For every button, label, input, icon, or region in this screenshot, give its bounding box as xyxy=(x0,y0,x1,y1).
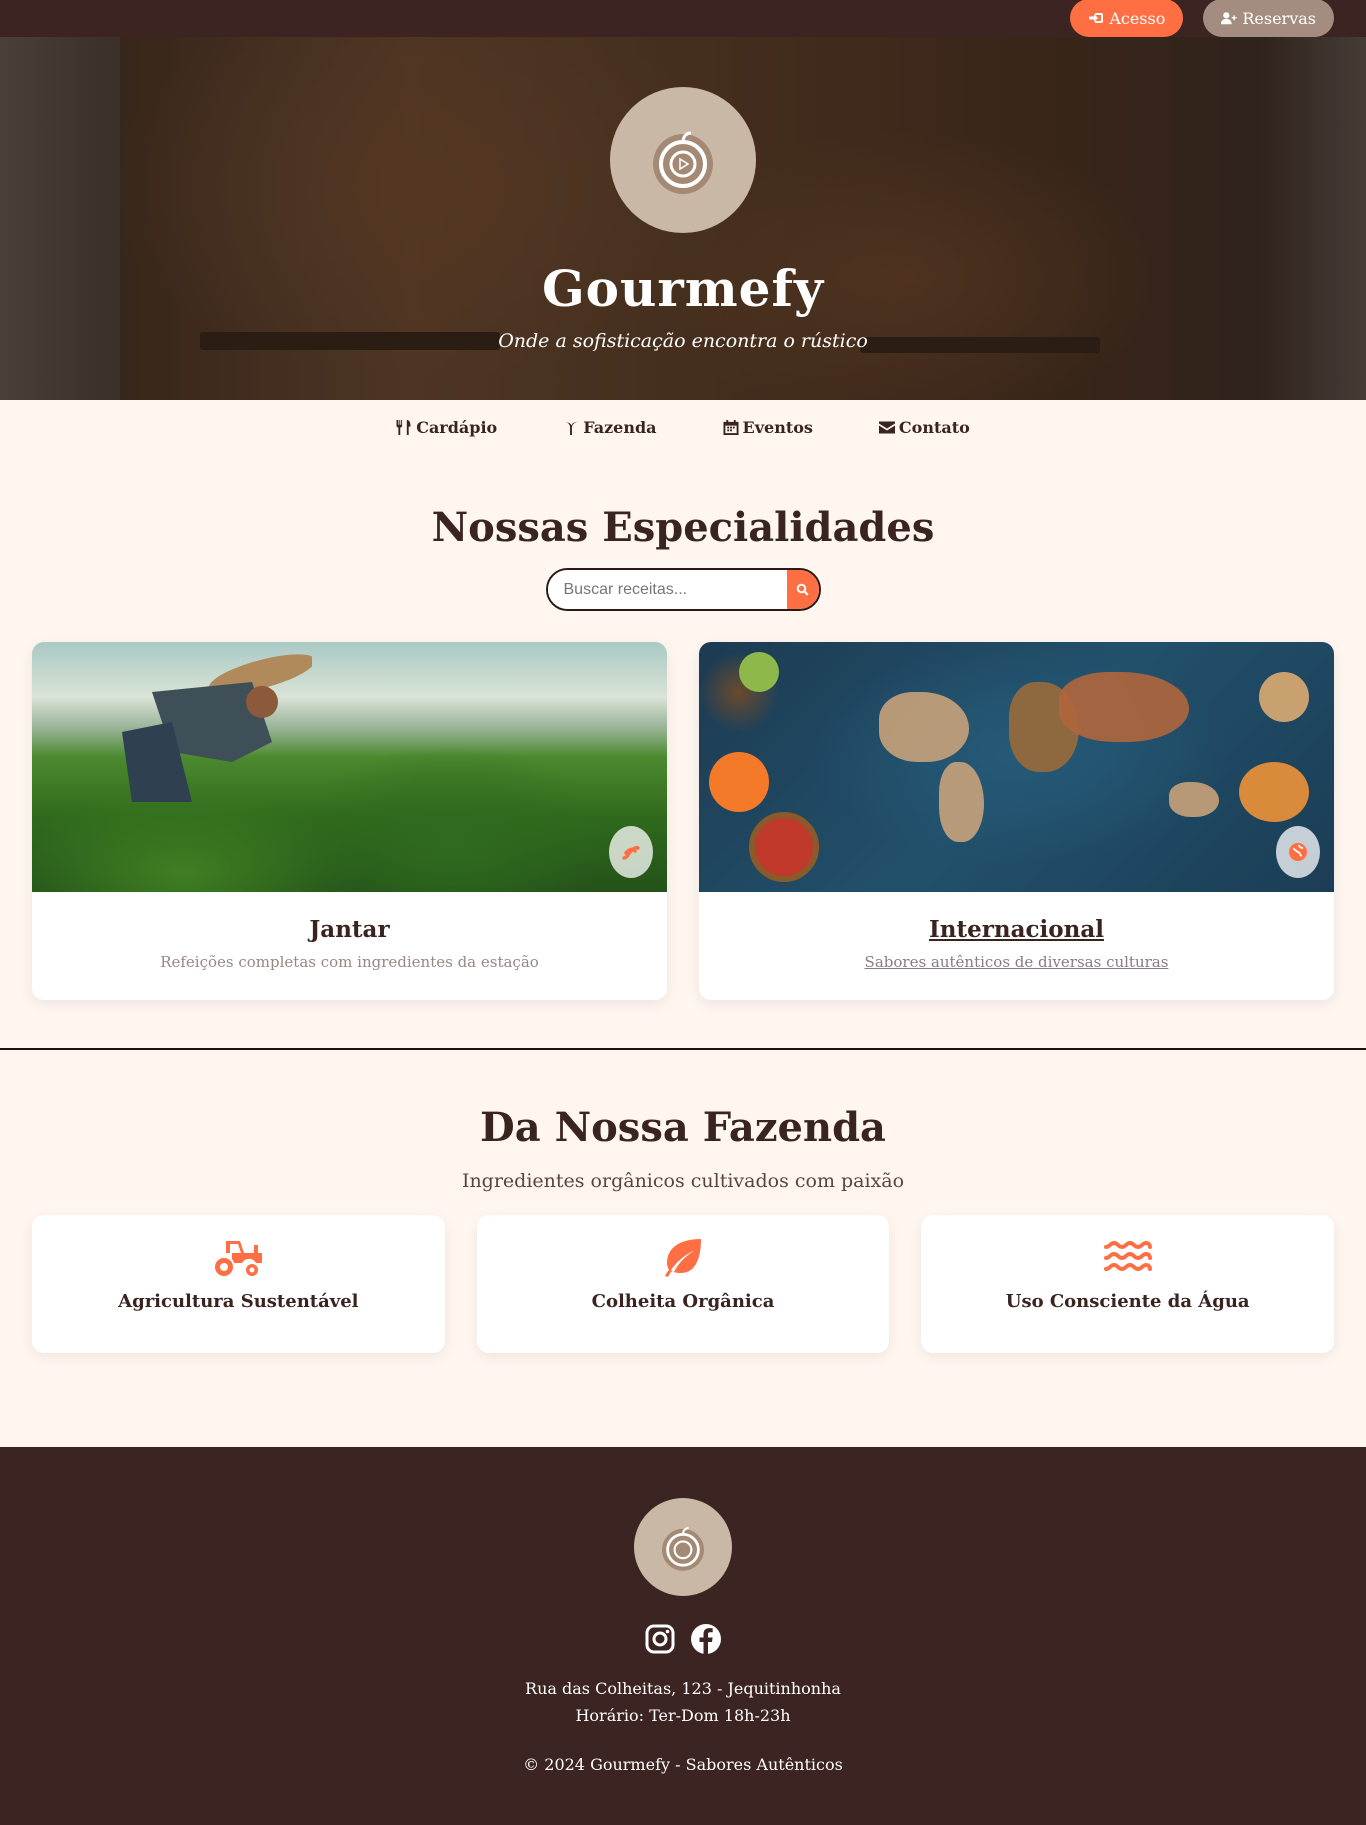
login-label: Acesso xyxy=(1109,8,1166,28)
tractor-icon xyxy=(215,1241,263,1276)
instagram-icon[interactable] xyxy=(644,1623,676,1655)
card-badge xyxy=(609,826,653,878)
site-title: Gourmefy xyxy=(541,259,825,318)
water-icon xyxy=(1103,1240,1152,1272)
globe-icon xyxy=(1289,843,1307,861)
site-footer: Rua das Colheitas, 123 - Jequitinhonha H… xyxy=(0,1447,1366,1825)
search-button[interactable] xyxy=(786,570,819,609)
feature-organic-harvest: Colheita Orgânica xyxy=(476,1215,890,1353)
hero-banner: Gourmefy Onde a sofisticação encontra o … xyxy=(0,37,1366,400)
logo-emblem-icon xyxy=(662,1527,704,1571)
continent-shape xyxy=(1059,672,1189,742)
search-icon xyxy=(796,583,809,596)
nav-item-cardapio[interactable]: Cardápio xyxy=(396,416,497,438)
farm-field-image xyxy=(32,642,667,892)
top-actions: Acesso Reservas xyxy=(1070,0,1334,37)
specialties-title: Nossas Especialidades xyxy=(431,504,935,551)
sign-in-icon xyxy=(1089,13,1104,23)
farm-features: Agricultura Sustentável Colheita Orgânic… xyxy=(0,1215,1366,1353)
reservations-label: Reservas xyxy=(1242,8,1316,28)
hero-content: Gourmefy Onde a sofisticação encontra o … xyxy=(0,37,1366,400)
food-shape xyxy=(749,812,819,882)
specialty-cards: Jantar Refeições completas com ingredien… xyxy=(0,642,1366,1000)
nav-item-fazenda[interactable]: Fazenda xyxy=(563,416,657,438)
facebook-icon[interactable] xyxy=(690,1623,722,1655)
logo-emblem-icon xyxy=(653,131,713,194)
login-button[interactable]: Acesso xyxy=(1070,0,1184,37)
footer-copyright: © 2024 Gourmefy - Sabores Autênticos xyxy=(523,1755,843,1774)
food-shape xyxy=(739,652,779,692)
site-tagline: Onde a sofisticação encontra o rústico xyxy=(498,330,868,352)
scribble-icon xyxy=(622,845,640,860)
continent-shape xyxy=(1169,782,1219,817)
leaf-icon xyxy=(665,1239,701,1277)
social-links xyxy=(644,1623,722,1655)
search-input[interactable] xyxy=(547,570,787,609)
farmer-illustration xyxy=(122,654,312,802)
footer-logo xyxy=(634,1498,732,1596)
nav-label: Fazenda xyxy=(583,417,657,437)
reservations-button[interactable]: Reservas xyxy=(1203,0,1334,37)
nav-item-contato[interactable]: Contato xyxy=(878,416,970,438)
farm-title: Da Nossa Fazenda xyxy=(480,1104,886,1151)
nav-label: Contato xyxy=(898,417,970,437)
recipe-search xyxy=(545,568,821,611)
feature-label: Uso Consciente da Água xyxy=(1005,1291,1250,1312)
card-jantar[interactable]: Jantar Refeições completas com ingredien… xyxy=(32,642,667,1000)
card-body: Jantar Refeições completas com ingredien… xyxy=(32,892,667,971)
utensils-icon xyxy=(396,419,411,435)
card-description: Sabores autênticos de diversas culturas xyxy=(864,953,1169,971)
feature-label: Agricultura Sustentável xyxy=(118,1291,359,1312)
card-title: Jantar xyxy=(309,916,390,943)
user-plus-icon xyxy=(1221,12,1237,25)
card-body: Internacional Sabores autênticos de dive… xyxy=(699,892,1334,971)
main-nav: Cardápio Fazenda Eventos Contato xyxy=(0,400,1366,456)
continent-shape xyxy=(879,692,969,762)
farm-subtitle: Ingredientes orgânicos cultivados com pa… xyxy=(461,1170,905,1192)
card-badge xyxy=(1276,826,1320,878)
card-description: Refeições completas com ingredientes da … xyxy=(160,953,539,971)
envelope-icon xyxy=(878,421,895,433)
footer-hours: Horário: Ter-Dom 18h-23h xyxy=(575,1706,791,1725)
feature-water-use: Uso Consciente da Água xyxy=(921,1215,1335,1353)
feature-sustainable-agriculture: Agricultura Sustentável xyxy=(32,1215,445,1353)
card-title: Internacional xyxy=(929,916,1104,943)
seedling-icon xyxy=(563,421,579,435)
nav-item-eventos[interactable]: Eventos xyxy=(723,416,813,438)
brand-logo xyxy=(610,87,756,233)
footer-address-block: Rua das Colheitas, 123 - Jequitinhonha H… xyxy=(525,1675,841,1729)
nav-label: Cardápio xyxy=(416,417,498,437)
card-internacional[interactable]: Internacional Sabores autênticos de dive… xyxy=(699,642,1334,1000)
food-shape xyxy=(1259,672,1309,722)
food-shape xyxy=(709,752,769,812)
footer-address: Rua das Colheitas, 123 - Jequitinhonha xyxy=(525,1679,841,1698)
section-divider xyxy=(0,1048,1366,1050)
feature-label: Colheita Orgânica xyxy=(591,1291,775,1312)
food-shape xyxy=(1239,762,1309,822)
nav-label: Eventos xyxy=(742,417,813,437)
world-map-food-image xyxy=(699,642,1334,892)
calendar-icon xyxy=(723,419,739,435)
top-bar: Acesso Reservas xyxy=(0,0,1366,37)
continent-shape xyxy=(939,762,984,842)
